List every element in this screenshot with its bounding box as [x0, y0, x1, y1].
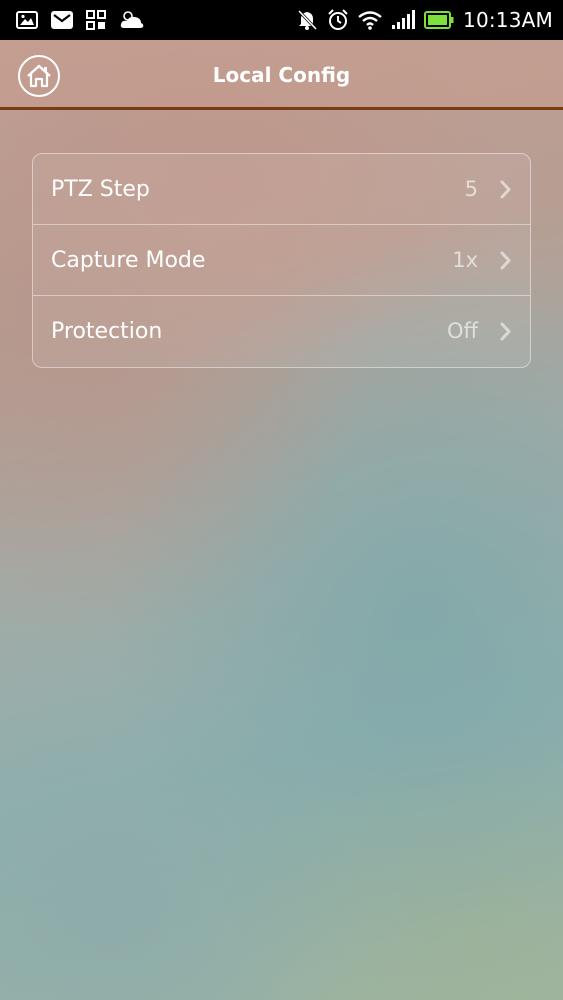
settings-item-label: PTZ Step	[51, 177, 150, 202]
settings-item-label: Capture Mode	[51, 248, 206, 273]
chevron-right-icon	[500, 180, 511, 199]
chevron-right-icon	[500, 251, 511, 270]
settings-item-value: 5	[464, 177, 478, 201]
settings-item-ptz-step[interactable]: PTZ Step 5	[33, 154, 530, 225]
settings-item-value: 1x	[452, 248, 478, 272]
settings-item-label: Protection	[51, 319, 163, 344]
settings-item-capture-mode[interactable]: Capture Mode 1x	[33, 225, 530, 296]
settings-list: PTZ Step 5 Capture Mode 1x Protection Of…	[32, 153, 531, 368]
weather-cloud-icon	[119, 10, 145, 30]
settings-item-protection[interactable]: Protection Off	[33, 296, 530, 367]
status-bar-left	[16, 0, 145, 40]
app-bar: Local Config	[0, 40, 563, 110]
screen: 10:13AM Local Config PTZ Step 5 Capture	[0, 0, 563, 1000]
battery-icon	[424, 11, 454, 29]
gallery-icon	[16, 11, 38, 29]
settings-item-value: Off	[447, 319, 478, 343]
status-bar: 10:13AM	[0, 0, 563, 40]
status-bar-right: 10:13AM	[296, 0, 553, 40]
wifi-icon	[358, 10, 382, 30]
page-title: Local Config	[212, 63, 351, 87]
mail-icon	[51, 11, 73, 29]
notifications-muted-icon	[296, 9, 318, 31]
alarm-icon	[327, 9, 349, 31]
signal-icon	[391, 10, 416, 30]
apps-grid-icon	[86, 10, 106, 30]
chevron-right-icon	[500, 322, 511, 341]
status-time: 10:13AM	[463, 8, 553, 32]
